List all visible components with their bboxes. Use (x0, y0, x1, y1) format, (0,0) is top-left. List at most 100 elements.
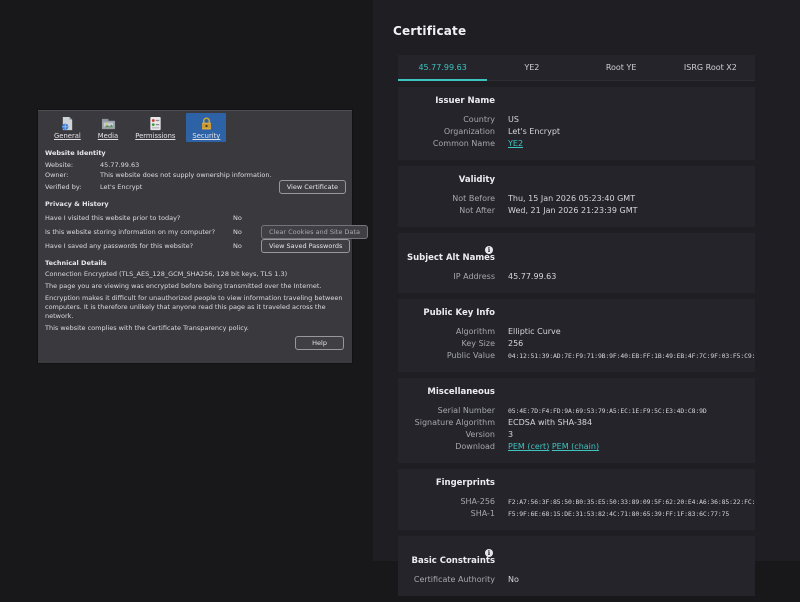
verified-by-row: Verified by: Let's Encrypt View Certific… (45, 180, 346, 194)
tab-security-label: Security (192, 132, 221, 140)
privacy-question: Have I visited this website prior to tod… (45, 214, 181, 222)
verified-by-label: Verified by: (45, 183, 82, 191)
row-value: 256 (508, 339, 524, 348)
cert-tab-end-entity[interactable]: 45.77.99.63 (398, 55, 488, 81)
technical-details-line: Encryption makes it difficult for unauth… (45, 294, 343, 320)
privacy-question: Have I saved any passwords for this webs… (45, 242, 194, 250)
technical-details-header: Technical Details (45, 259, 107, 267)
row-label: Serial Number (437, 406, 495, 415)
owner-label: Owner: (45, 171, 69, 179)
row-label: Public Value (446, 351, 495, 360)
security-lock-icon (201, 117, 211, 130)
row-value: Wed, 21 Jan 2026 21:23:39 GMT (508, 206, 638, 215)
basic-constraints-header: Basic Constraints (411, 556, 495, 566)
common-name-link[interactable]: YE2 (508, 139, 523, 148)
privacy-answer: No (233, 214, 242, 222)
website-label: Website: (45, 161, 74, 169)
public-value-hex: 04:12:51:39:AD:7E:F9:71:9B:9F:40:EB:FF:1… (508, 352, 755, 360)
row-value: US (508, 115, 519, 124)
privacy-row-cookies: Is this website storing information on m… (45, 225, 368, 239)
section-subject-alt-names: i Subject Alt Names IP Address 45.77.99.… (398, 233, 755, 293)
privacy-history-header: Privacy & History (45, 200, 109, 208)
row-label: Key Size (461, 339, 495, 348)
privacy-answer: No (233, 242, 242, 250)
owner-value: This website does not supply ownership i… (100, 171, 272, 179)
fingerprints-header: Fingerprints (435, 478, 495, 488)
section-fingerprints: Fingerprints SHA-256 F2:A7:56:3F:85:50:B… (398, 469, 755, 530)
technical-details-line: The page you are viewing was encrypted b… (45, 282, 322, 290)
section-basic-constraints: i Basic Constraints Certificate Authorit… (398, 536, 755, 596)
view-saved-passwords-button[interactable]: View Saved Passwords (261, 239, 351, 253)
row-value: 3 (508, 430, 514, 439)
certificate-tabrow: 45.77.99.63 YE2 Root YE ISRG Root X2 (398, 55, 755, 81)
website-value: 45.77.99.63 (100, 161, 140, 169)
tab-general[interactable]: General (48, 113, 87, 142)
cert-tab-isrg-root[interactable]: ISRG Root X2 (666, 55, 755, 81)
general-page-icon (61, 116, 73, 131)
clear-cookies-button[interactable]: Clear Cookies and Site Data (261, 225, 368, 239)
row-label: Algorithm (455, 327, 495, 336)
tab-general-label: General (54, 132, 81, 140)
row-label: Organization (443, 127, 495, 136)
pem-cert-link[interactable]: PEM (cert) (508, 442, 549, 451)
cert-row: SHA-1 F5:9F:6E:68:15:DE:31:53:82:4C:71:8… (398, 508, 755, 520)
serial-number-hex: 05:4E:7D:F4:FD:9A:69:53:79:A5:EC:1E:F9:5… (508, 407, 707, 415)
cert-row: Certificate Authority No (398, 574, 755, 586)
tab-permissions[interactable]: Permissions (129, 113, 181, 142)
cert-row: Organization Let's Encrypt (398, 126, 755, 138)
cert-row: Algorithm Elliptic Curve (398, 326, 755, 338)
page-info-tabstrip: General Media Permissions Security (38, 111, 352, 142)
cert-tab-intermediate[interactable]: YE2 (487, 55, 576, 81)
tab-security[interactable]: Security (186, 113, 227, 142)
row-label: SHA-256 (460, 497, 495, 506)
row-label: IP Address (453, 272, 495, 281)
row-label: Country (463, 115, 495, 124)
subject-alt-names-header: Subject Alt Names (406, 253, 495, 263)
row-label: SHA-1 (470, 509, 495, 518)
cert-row: Not Before Thu, 15 Jan 2026 05:23:40 GMT (398, 193, 755, 205)
row-label: Not After (459, 206, 495, 215)
cert-row: Key Size 256 (398, 338, 755, 350)
cert-row: SHA-256 F2:A7:56:3F:85:50:B0:35:E5:50:33… (398, 496, 755, 508)
row-value: ECDSA with SHA-384 (508, 418, 593, 427)
row-value: 45.77.99.63 (508, 272, 557, 281)
issuer-name-header: Issuer Name (435, 96, 495, 106)
section-issuer-name: Issuer Name Country US Organization Let'… (398, 87, 755, 160)
verified-by-value: Let's Encrypt (100, 183, 143, 191)
validity-header: Validity (458, 175, 495, 185)
row-label: Not Before (452, 194, 495, 203)
cert-row-download: Download PEM (cert) PEM (chain) (398, 441, 755, 453)
tab-media[interactable]: Media (92, 113, 124, 142)
cert-row: Not After Wed, 21 Jan 2026 21:23:39 GMT (398, 205, 755, 217)
help-button[interactable]: Help (295, 336, 344, 350)
miscellaneous-header: Miscellaneous (427, 387, 495, 397)
page-info-content: Website Identity Website: 45.77.99.63 Ow… (38, 142, 368, 350)
permissions-list-icon (150, 116, 161, 131)
privacy-row-visited: Have I visited this website prior to tod… (45, 211, 346, 225)
technical-details-line: This website complies with the Certifica… (45, 324, 249, 332)
row-label: Signature Algorithm (414, 418, 495, 427)
website-identity-header: Website Identity (45, 149, 106, 157)
sha1-hex: F5:9F:6E:68:15:DE:31:53:82:4C:71:80:65:3… (508, 510, 730, 518)
cert-row: Country US (398, 114, 755, 126)
row-label: Certificate Authority (413, 575, 495, 584)
website-row: Website: 45.77.99.63 (45, 160, 346, 170)
row-label: Common Name (432, 139, 495, 148)
cert-row: Common Name YE2 (398, 138, 755, 150)
tab-permissions-label: Permissions (135, 132, 176, 140)
privacy-question: Is this website storing information on m… (45, 228, 216, 236)
sha256-hex: F2:A7:56:3F:85:50:B0:35:E5:50:33:89:09:5… (508, 498, 755, 506)
cert-row: Public Value 04:12:51:39:AD:7E:F9:71:9B:… (398, 350, 755, 362)
certificate-viewer-panel: Certificate 45.77.99.63 YE2 Root YE ISRG… (373, 0, 800, 596)
row-value: No (508, 575, 519, 584)
row-label: Version (465, 430, 495, 439)
row-value: Elliptic Curve (508, 327, 561, 336)
cert-row: IP Address 45.77.99.63 (398, 271, 755, 283)
section-miscellaneous: Miscellaneous Serial Number 05:4E:7D:F4:… (398, 378, 755, 463)
row-label: Download (455, 442, 495, 451)
certificate-title: Certificate (393, 24, 467, 38)
view-certificate-button[interactable]: View Certificate (278, 180, 346, 194)
cert-tab-root[interactable]: Root YE (577, 55, 666, 81)
pem-chain-link[interactable]: PEM (chain) (552, 442, 599, 451)
section-validity: Validity Not Before Thu, 15 Jan 2026 05:… (398, 166, 755, 227)
